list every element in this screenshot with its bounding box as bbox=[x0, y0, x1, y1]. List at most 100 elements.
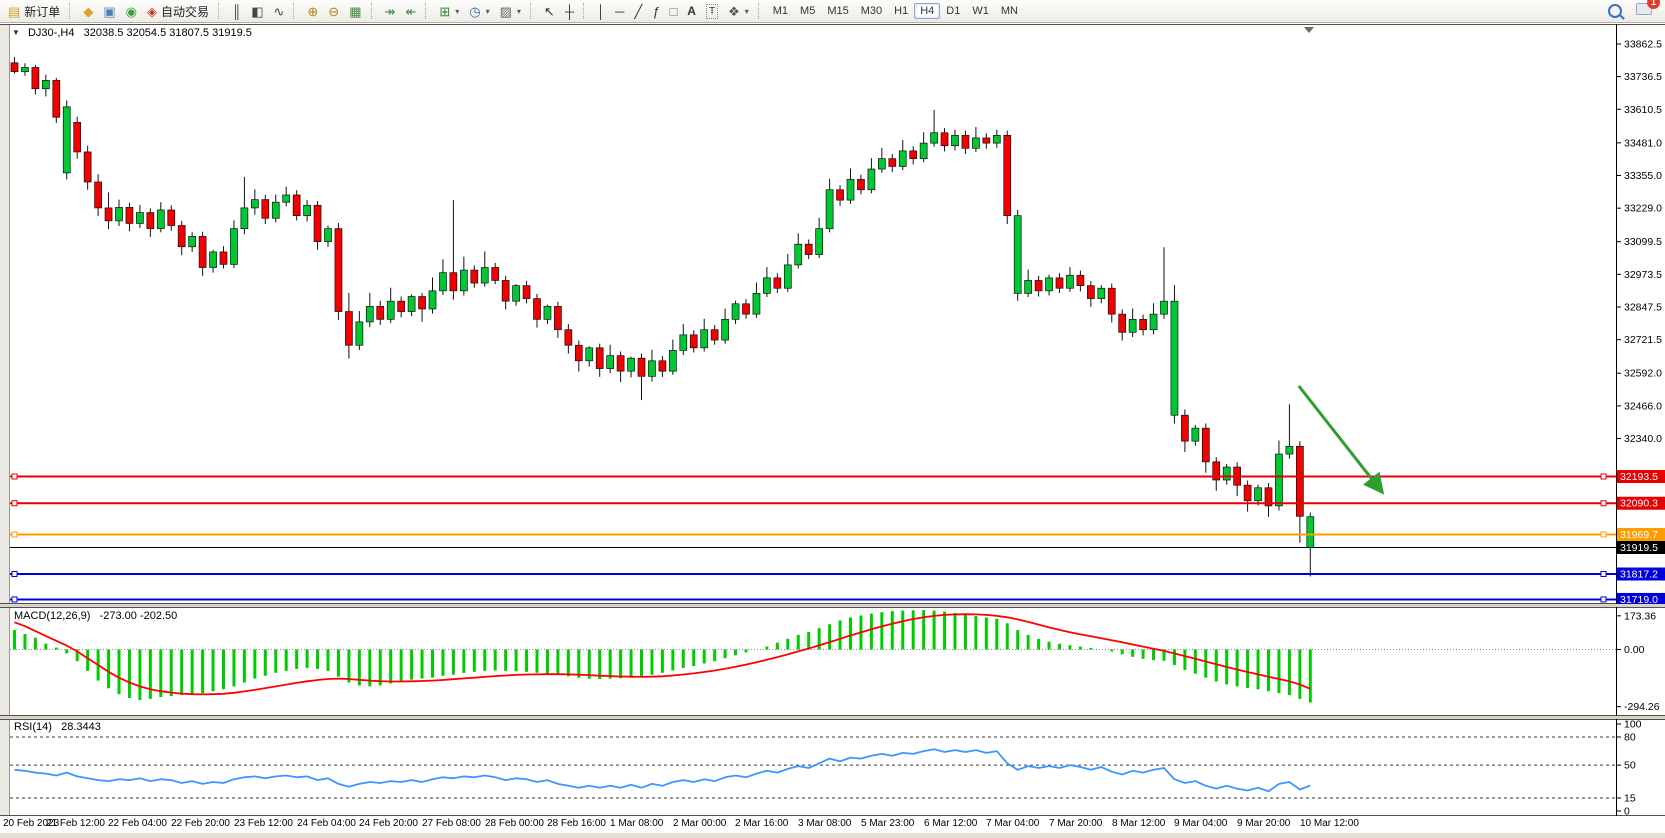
candle-body bbox=[408, 297, 415, 312]
text-button[interactable] bbox=[682, 0, 701, 22]
axis-tick-label: 33481.0 bbox=[1624, 137, 1662, 149]
candle-body bbox=[1077, 275, 1084, 285]
mt4-trading-app: { "toolbar": { "new_order_label": "新订单",… bbox=[0, 0, 1665, 838]
bar-chart-icon bbox=[232, 5, 241, 18]
indicators-button[interactable]: ▾ bbox=[434, 0, 464, 22]
price-tag-label: 31817.2 bbox=[1620, 569, 1658, 581]
trendline-button[interactable] bbox=[629, 0, 647, 22]
search-icon[interactable] bbox=[1608, 4, 1622, 18]
fibonacci-button[interactable] bbox=[647, 0, 664, 22]
zoom-out-icon bbox=[328, 5, 339, 18]
time-label: 5 Mar 23:00 bbox=[861, 818, 914, 829]
timeframe-m1[interactable]: M1 bbox=[767, 3, 794, 19]
periods-clock-icon bbox=[469, 5, 480, 18]
candle-body bbox=[251, 200, 258, 208]
timeframe-d1[interactable]: D1 bbox=[940, 3, 966, 19]
auto-scroll-button[interactable] bbox=[380, 0, 401, 22]
text-label-button[interactable] bbox=[701, 0, 723, 22]
autotrading-button[interactable]: 自动交易 bbox=[142, 0, 214, 22]
separator bbox=[425, 3, 430, 19]
autotrading-label: 自动交易 bbox=[161, 3, 209, 20]
timeframe-m5[interactable]: M5 bbox=[794, 3, 821, 19]
candle-body bbox=[1307, 517, 1314, 548]
candle-body bbox=[189, 236, 196, 246]
time-label: 22 Feb 04:00 bbox=[108, 818, 167, 829]
toolbar: 新订单 自动交易 ▾ ▾ ▾ ▾ M1 M5 M15 M30 H1 H4 D1 … bbox=[0, 0, 1665, 23]
timeframe-w1[interactable]: W1 bbox=[966, 3, 995, 19]
auto-scroll-icon bbox=[385, 5, 396, 18]
time-axis[interactable]: 20 Feb 202321 Feb 12:0022 Feb 04:0022 Fe… bbox=[0, 818, 1660, 833]
timeframe-h1[interactable]: H1 bbox=[888, 3, 914, 19]
main-chart-pane[interactable]: 33862.533736.533610.533481.033355.033229… bbox=[0, 24, 1665, 604]
metaeditor-button[interactable] bbox=[78, 0, 98, 22]
notifications-button[interactable]: 1 bbox=[1636, 2, 1652, 20]
line-handle[interactable] bbox=[12, 597, 17, 602]
candle-body bbox=[701, 330, 708, 348]
candle-body bbox=[638, 358, 645, 376]
timeframe-mn[interactable]: MN bbox=[995, 3, 1024, 19]
templates-button[interactable]: ▾ bbox=[495, 0, 526, 22]
trendline-icon bbox=[634, 5, 642, 18]
line-handle[interactable] bbox=[12, 501, 17, 506]
candlestick-chart-button[interactable] bbox=[246, 0, 268, 22]
axis-tick-label: 33355.0 bbox=[1624, 170, 1662, 182]
line-chart-button[interactable] bbox=[268, 0, 289, 22]
bar-chart-button[interactable] bbox=[227, 0, 246, 22]
time-label: 21 Feb 12:00 bbox=[46, 818, 105, 829]
macd-values: -273.00 -202.50 bbox=[100, 610, 178, 622]
macd-pane[interactable]: 173.360.00-294.26 bbox=[0, 607, 1665, 716]
timeframe-m15[interactable]: M15 bbox=[821, 3, 854, 19]
time-label: 1 Mar 08:00 bbox=[610, 818, 663, 829]
axis-tick-label: 33229.0 bbox=[1624, 203, 1662, 215]
arrows-button[interactable]: ▾ bbox=[723, 0, 754, 22]
text-icon bbox=[687, 4, 696, 18]
line-handle[interactable] bbox=[12, 532, 17, 537]
line-handle[interactable] bbox=[12, 474, 17, 479]
pane-background bbox=[0, 24, 1665, 604]
timeframe-m30[interactable]: M30 bbox=[855, 3, 888, 19]
crosshair-button[interactable] bbox=[560, 0, 579, 22]
tile-windows-button[interactable] bbox=[344, 0, 366, 22]
line-handle[interactable] bbox=[12, 572, 17, 577]
horizontal-line-button[interactable] bbox=[610, 0, 629, 22]
line-handle[interactable] bbox=[1601, 532, 1606, 537]
dropdown-arrow-icon: ▾ bbox=[745, 7, 749, 16]
terminal-button[interactable] bbox=[98, 0, 120, 22]
time-label: 28 Feb 00:00 bbox=[485, 818, 544, 829]
chart-shift-button[interactable] bbox=[400, 0, 421, 22]
one-click-trading-arrow-icon[interactable]: ▼ bbox=[12, 28, 20, 37]
candlestick-chart-icon bbox=[251, 5, 263, 18]
rsi-pane[interactable]: 1008050150 bbox=[0, 719, 1665, 816]
candle-body bbox=[471, 270, 478, 283]
line-handle[interactable] bbox=[1601, 501, 1606, 506]
templates-icon bbox=[500, 5, 512, 18]
price-tag-label: 31719.0 bbox=[1620, 594, 1658, 604]
line-handle[interactable] bbox=[1601, 597, 1606, 602]
candle-body bbox=[523, 286, 530, 299]
zoom-out-button[interactable] bbox=[323, 0, 344, 22]
axis-tick-label: 32340.0 bbox=[1624, 433, 1662, 445]
periods-button[interactable]: ▾ bbox=[464, 0, 494, 22]
candle-body bbox=[220, 252, 227, 264]
candle-body bbox=[1286, 446, 1293, 454]
signals-button[interactable] bbox=[121, 0, 142, 22]
line-handle[interactable] bbox=[1601, 572, 1606, 577]
timeframe-h4[interactable]: H4 bbox=[914, 3, 940, 19]
new-order-button[interactable]: 新订单 bbox=[3, 0, 65, 22]
line-handle[interactable] bbox=[1601, 474, 1606, 479]
vertical-line-button[interactable] bbox=[592, 0, 610, 22]
zoom-in-button[interactable] bbox=[302, 0, 323, 22]
candle-body bbox=[63, 107, 70, 173]
candle-body bbox=[690, 335, 697, 348]
candle-body bbox=[774, 278, 781, 288]
cursor-button[interactable] bbox=[539, 0, 560, 22]
candle-body bbox=[1223, 467, 1230, 480]
zoom-in-icon bbox=[307, 5, 318, 18]
axis-tick-label: 33099.5 bbox=[1624, 236, 1662, 248]
axis-tick-label: 0 bbox=[1624, 806, 1630, 817]
candle-body bbox=[1014, 216, 1021, 294]
objects-grid-button[interactable] bbox=[664, 0, 682, 22]
candle-body bbox=[669, 350, 676, 371]
candle-body bbox=[941, 133, 948, 146]
candle-body bbox=[920, 143, 927, 159]
